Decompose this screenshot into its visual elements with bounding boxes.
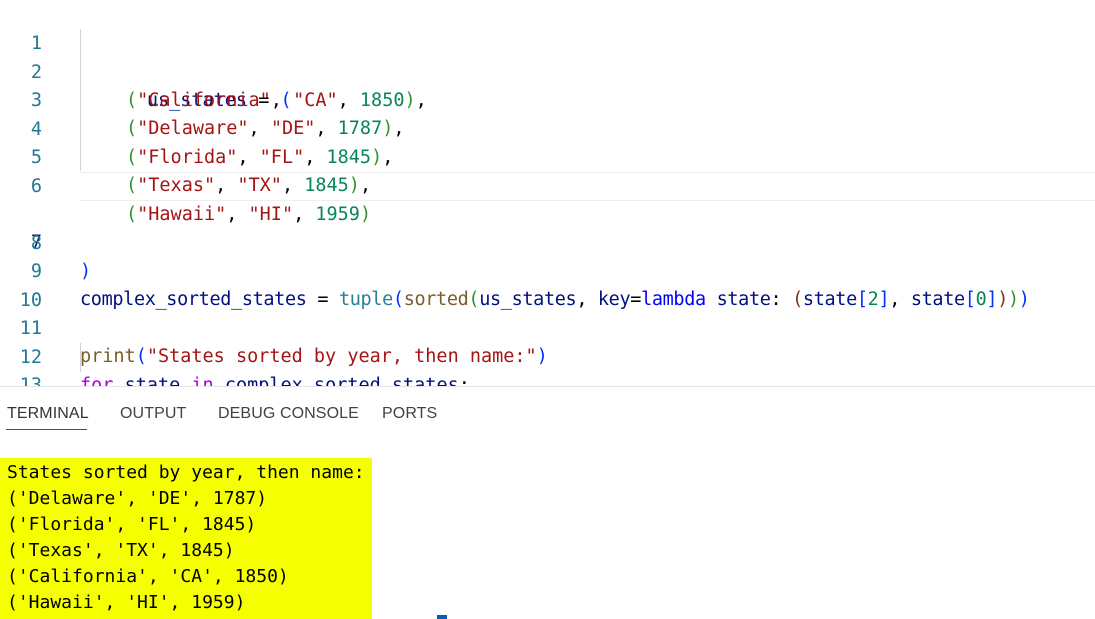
code-line[interactable]: 6 ("Hawaii", "HI", 1959)	[0, 144, 1095, 226]
code-token: :	[458, 375, 470, 386]
tab-terminal[interactable]: TERMINAL	[7, 405, 89, 423]
terminal-output-highlight[interactable]: States sorted by year, then name: ('Dela…	[0, 458, 372, 619]
code-token: complex_sorted_states	[224, 375, 459, 386]
tab-debug-console[interactable]: DEBUG CONSOLE	[218, 405, 359, 423]
terminal-cursor	[437, 615, 447, 619]
code-token: for	[80, 375, 114, 386]
code-editor[interactable]: 1 us_states = ( 2 ("California", "CA", 1…	[0, 0, 1095, 386]
terminal-line: ('Florida', 'FL', 1845)	[7, 514, 257, 535]
code-line[interactable]: 9 complex_sorted_states = tuple(sorted(u…	[0, 229, 1095, 311]
terminal-line: ('California', 'CA', 1850)	[7, 566, 289, 587]
code-line[interactable]: 11 print("States sorted by year, then na…	[0, 286, 1095, 368]
code-token: state	[124, 375, 181, 386]
code-line[interactable]: 4 ("Florida", "FL", 1845),	[0, 87, 1095, 169]
terminal-line: ('Hawaii', 'HI', 1959)	[7, 592, 246, 613]
code-line[interactable]: 3 ("Delaware", "DE", 1787),	[0, 58, 1095, 140]
tab-ports[interactable]: PORTS	[382, 405, 437, 423]
terminal-line: States sorted by year, then name:	[7, 462, 365, 483]
panel-tabs: TERMINAL OUTPUT DEBUG CONSOLE PORTS	[0, 387, 1095, 437]
code-line[interactable]: 8	[0, 201, 1095, 254]
terminal-line: ('Texas', 'TX', 1845)	[7, 540, 235, 561]
code-line[interactable]: 13 print(state)	[0, 343, 1095, 387]
line-number: 13	[19, 374, 42, 387]
code-token: in	[191, 375, 214, 386]
current-line-highlight	[80, 172, 1095, 201]
code-line-current[interactable]: 7 )	[0, 172, 1095, 282]
tab-output[interactable]: OUTPUT	[120, 405, 186, 423]
code-line[interactable]: 1 us_states = (	[0, 1, 1095, 111]
code-line[interactable]: 12 for state in complex_sorted_states:	[0, 315, 1095, 387]
terminal-line: ('Delaware', 'DE', 1787)	[7, 488, 268, 509]
bottom-panel: TERMINAL OUTPUT DEBUG CONSOLE PORTS Stat…	[0, 387, 1095, 619]
active-tab-indicator	[6, 429, 87, 430]
code-line[interactable]: 10	[0, 258, 1095, 311]
code-line[interactable]: 5 ("Texas", "TX", 1845),	[0, 115, 1095, 197]
code-line[interactable]: 2 ("California", "CA", 1850),	[0, 30, 1095, 112]
